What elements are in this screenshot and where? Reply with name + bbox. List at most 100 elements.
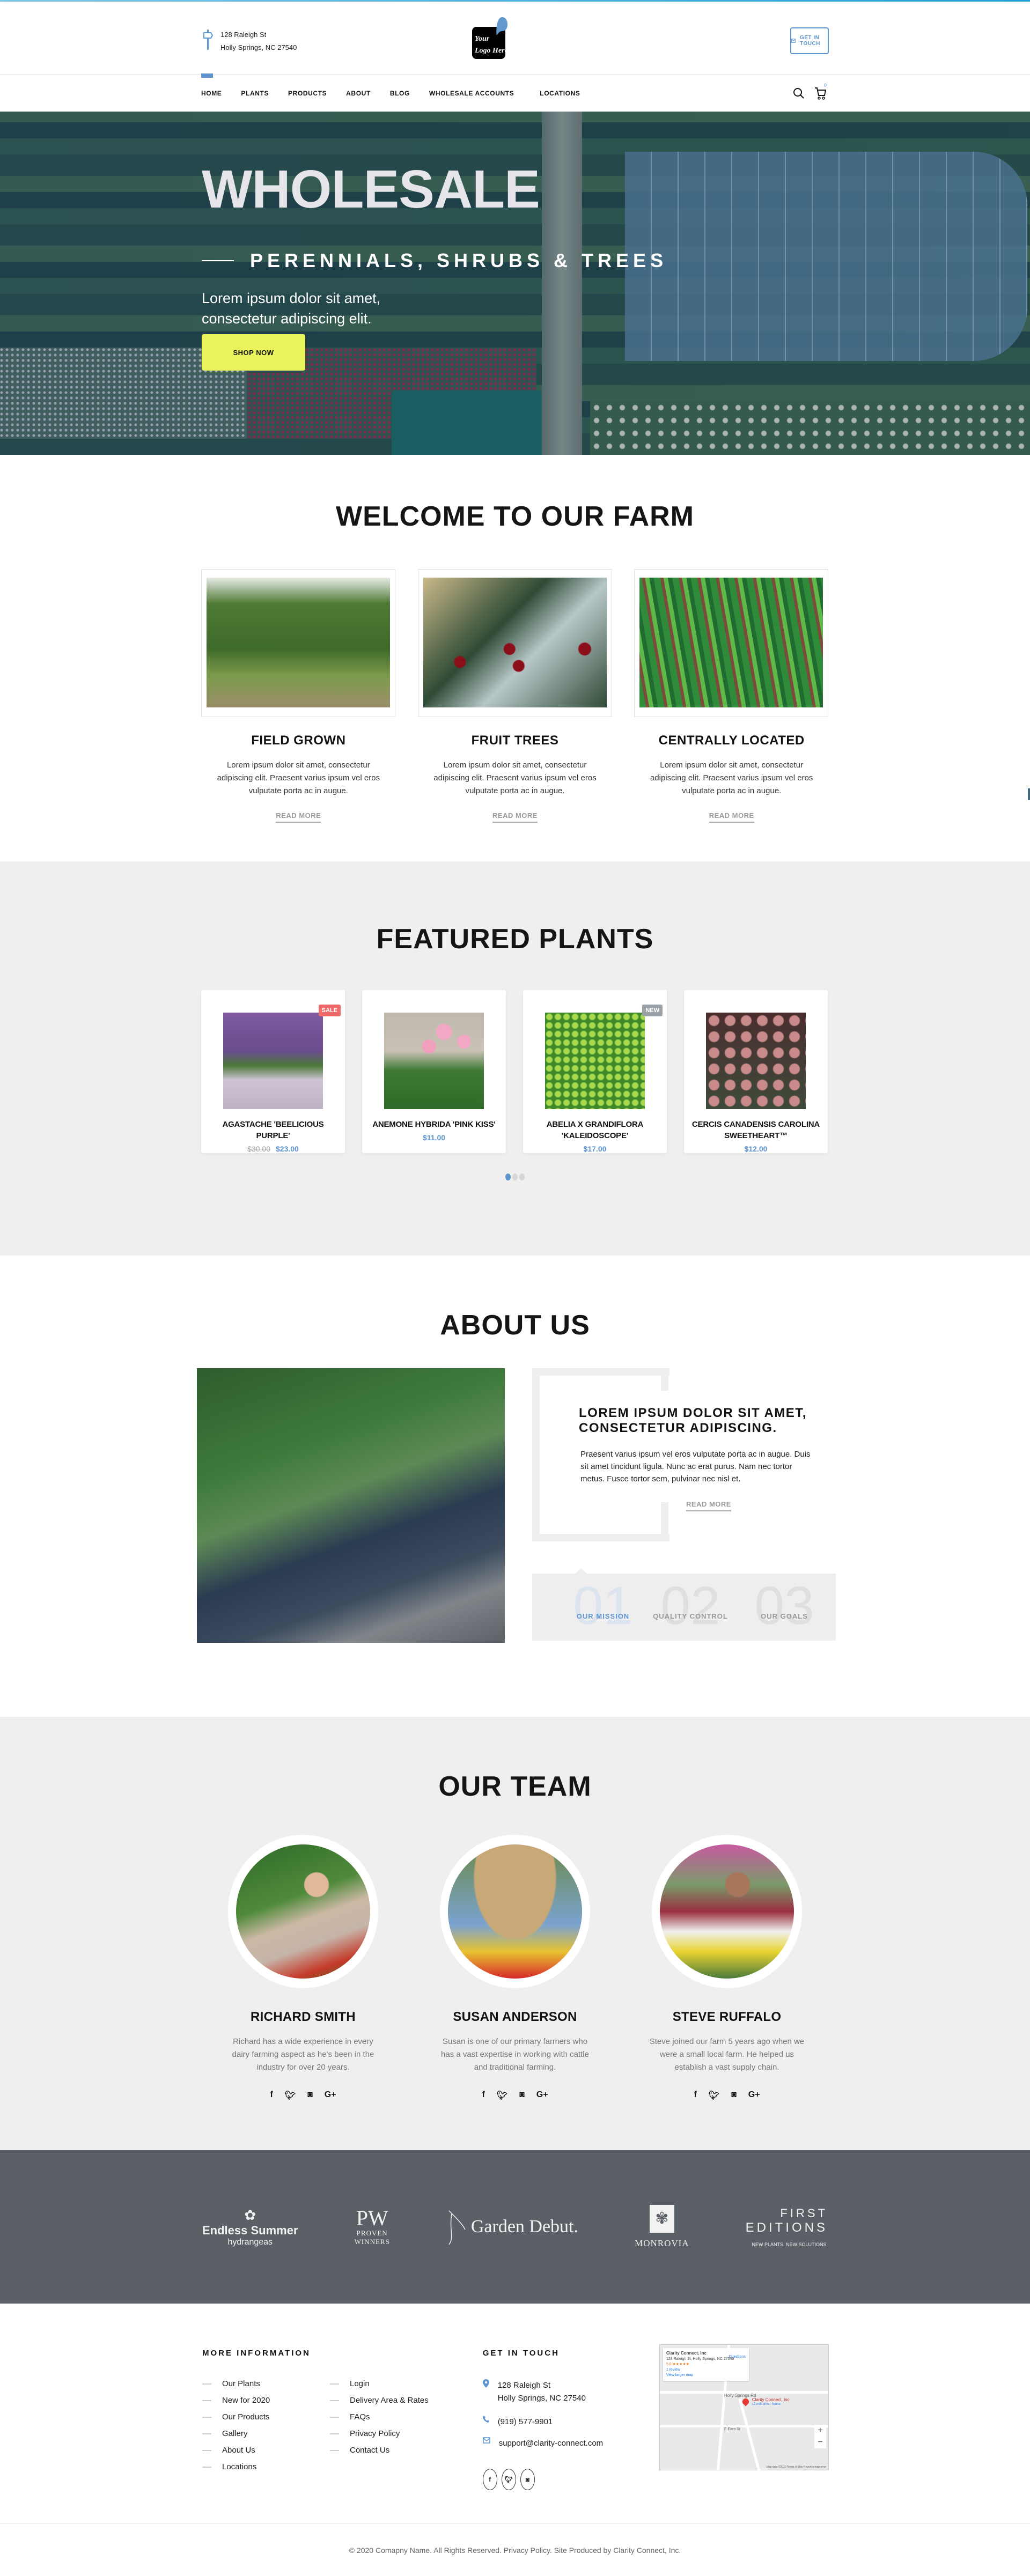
- read-more-link[interactable]: READ MORE: [492, 811, 538, 823]
- feature-image-field-grown: [207, 578, 390, 707]
- facebook-icon[interactable]: f: [694, 2090, 696, 2101]
- product-card[interactable]: SALE AGASTACHE 'BEELICIOUS PURPLE' $30.0…: [201, 990, 345, 1153]
- footer-link-locations[interactable]: Locations: [202, 2462, 330, 2471]
- product-card[interactable]: CERCIS CANADENSIS CAROLINA SWEETHEART™ $…: [684, 990, 828, 1153]
- team-member: RICHARD SMITH Richard has a wide experie…: [223, 1835, 384, 2101]
- scrollbar-thumb[interactable]: [1028, 788, 1030, 800]
- read-more-link[interactable]: READ MORE: [276, 811, 321, 823]
- footer-link-gallery[interactable]: Gallery: [202, 2429, 330, 2438]
- feature-image-frame: [417, 569, 612, 717]
- twitter-icon[interactable]: 🐦︎: [709, 2090, 719, 2101]
- about-frame-edge-top: [661, 1368, 668, 1391]
- nav-item-wholesale-accounts[interactable]: WHOLESALE ACCOUNTS: [429, 90, 514, 97]
- header-address-line2: Holly Springs, NC 27540: [220, 43, 297, 51]
- welcome-section: WELCOME TO OUR FARM FIELD GROWN Lorem ip…: [0, 455, 1030, 861]
- feature-card: CENTRALLY LOCATED Lorem ipsum dolor sit …: [634, 569, 829, 823]
- sale-badge: SALE: [318, 1005, 341, 1016]
- map-zoom-controls[interactable]: + −: [814, 2425, 826, 2448]
- brand-monrovia[interactable]: ✾ MONROVIA: [635, 2205, 689, 2249]
- footer-link-new-for-2020[interactable]: New for 2020: [202, 2396, 330, 2405]
- feature-text: Lorem ipsum dolor sit amet, consectetur …: [650, 761, 813, 795]
- brand-name: Endless Summer: [202, 2223, 298, 2237]
- instagram-icon[interactable]: ◙: [731, 2090, 737, 2101]
- nav-item-blog[interactable]: BLOG: [390, 90, 410, 97]
- footer-link-our-plants[interactable]: Our Plants: [202, 2379, 330, 2388]
- member-socials: f 🐦︎ ◙ G+: [646, 2090, 807, 2101]
- site-header: 128 Raleigh St Holly Springs, NC 27540 Y…: [0, 2, 1030, 75]
- facebook-icon[interactable]: f: [482, 2090, 484, 2101]
- map-road-label: E Earp St: [724, 2427, 740, 2431]
- nav-item-plants[interactable]: PLANTS: [241, 90, 269, 97]
- nav-item-home[interactable]: HOME: [201, 90, 222, 97]
- shop-now-button[interactable]: SHOP NOW: [202, 334, 305, 371]
- carousel-dot-3[interactable]: [519, 1173, 525, 1180]
- footer-link-delivery[interactable]: Delivery Area & Rates: [330, 2396, 458, 2405]
- google-plus-icon[interactable]: G+: [325, 2090, 336, 2101]
- brand-name: MONROVIA: [635, 2238, 689, 2248]
- brand-proven-winners[interactable]: PW PROVEN WINNERS: [355, 2208, 390, 2246]
- twitter-icon[interactable]: 🐦︎: [501, 2469, 516, 2490]
- map-road: [659, 2425, 828, 2427]
- facebook-icon[interactable]: f: [270, 2090, 273, 2101]
- twitter-icon[interactable]: 🐦︎: [285, 2090, 296, 2101]
- logo-line2: Logo Here: [475, 47, 508, 55]
- google-plus-icon[interactable]: G+: [536, 2090, 548, 2101]
- instagram-icon[interactable]: ◙: [519, 2090, 525, 2101]
- brand-garden-debut[interactable]: Garden Debut.: [446, 2208, 578, 2246]
- footer-socials: f 🐦︎ ◙: [482, 2469, 659, 2490]
- map-reviews-link[interactable]: 1 review: [666, 2368, 680, 2372]
- carousel-dot-2[interactable]: [512, 1173, 518, 1180]
- brand-first-editions[interactable]: FIRST EDITIONS NEW PLANTS. NEW SOLUTIONS…: [746, 2206, 828, 2247]
- footer-link-privacy-policy[interactable]: Privacy Policy: [330, 2429, 458, 2438]
- site-logo[interactable]: Your Logo Here: [472, 16, 561, 60]
- product-name: CERCIS CANADENSIS CAROLINA SWEETHEART™: [691, 1120, 820, 1140]
- member-photo-frame: [652, 1835, 802, 1988]
- tab-our-goals[interactable]: 03 OUR GOALS: [739, 1579, 830, 1633]
- brand-tagline: NEW PLANTS. NEW SOLUTIONS.: [752, 2242, 828, 2247]
- get-in-touch-button[interactable]: GET IN TOUCH: [790, 27, 829, 54]
- footer-more-info: MORE INFORMATION Our Plants Login New fo…: [201, 2349, 469, 2490]
- tab-quality-control[interactable]: 02 QUALITY CONTROL: [645, 1579, 736, 1633]
- footer-link-our-products[interactable]: Our Products: [202, 2412, 330, 2422]
- carousel-dot-1[interactable]: [505, 1173, 511, 1180]
- google-map[interactable]: Holly Springs Rd E Earp St Clarity Conne…: [659, 2344, 829, 2474]
- footer-more-info-title: MORE INFORMATION: [202, 2349, 311, 2358]
- footer-address: 128 Raleigh St Holly Springs, NC 27540: [482, 2379, 659, 2405]
- google-plus-icon[interactable]: G+: [748, 2090, 760, 2101]
- map-view-larger-link[interactable]: View larger map: [666, 2373, 693, 2377]
- product-image: [545, 1013, 645, 1109]
- footer-link-faqs[interactable]: FAQs: [330, 2412, 458, 2422]
- member-bio: Steve joined our farm 5 years ago when w…: [649, 2037, 805, 2072]
- about-read-more-link[interactable]: READ MORE: [686, 1500, 731, 1511]
- product-card[interactable]: ANEMONE HYBRIDA 'PINK KISS' $11.00: [362, 990, 506, 1153]
- member-name: STEVE RUFFALO: [672, 2010, 782, 2024]
- instagram-icon[interactable]: ◙: [307, 2090, 313, 2101]
- search-icon[interactable]: [793, 87, 805, 99]
- featured-plants-section: FEATURED PLANTS SALE AGASTACHE 'BEELICIO…: [0, 861, 1030, 1256]
- tab-our-mission[interactable]: 01 OUR MISSION: [560, 1579, 646, 1633]
- member-bio: Susan is one of our primary farmers who …: [441, 2037, 589, 2072]
- copyright: © 2020 Comapny Name. All Rights Reserved…: [349, 2546, 681, 2555]
- footer-link-contact-us[interactable]: Contact Us: [330, 2446, 458, 2455]
- phone-icon: [482, 2416, 489, 2423]
- nav-item-about[interactable]: ABOUT: [346, 90, 371, 97]
- instagram-icon[interactable]: ◙: [520, 2469, 535, 2490]
- footer-phone-link[interactable]: (919) 577-9901: [498, 2416, 553, 2429]
- map-directions-link[interactable]: Directions: [729, 2354, 746, 2360]
- footer-email-link[interactable]: support@clarity-connect.com: [499, 2437, 603, 2450]
- member-socials: f 🐦︎ ◙ G+: [435, 2090, 595, 2101]
- footer-address-line1: 128 Raleigh St: [497, 2381, 551, 2390]
- main-nav: HOME PLANTS PRODUCTS ABOUT BLOG WHOLESAL…: [0, 73, 1030, 112]
- twitter-icon[interactable]: 🐦︎: [497, 2090, 507, 2101]
- brand-subtitle: PROVEN: [356, 2229, 388, 2237]
- brand-endless-summer[interactable]: ✿ Endless Summer hydrangeas: [202, 2207, 298, 2247]
- nav-item-locations[interactable]: LOCATIONS: [540, 90, 580, 97]
- active-tab-arrow: [575, 1568, 587, 1574]
- facebook-icon[interactable]: f: [482, 2469, 497, 2490]
- footer-link-login[interactable]: Login: [330, 2379, 458, 2388]
- read-more-link[interactable]: READ MORE: [709, 811, 754, 823]
- nav-item-products[interactable]: PRODUCTS: [288, 90, 327, 97]
- product-card[interactable]: NEW ABELIA X GRANDIFLORA 'KALEIDOSCOPE' …: [523, 990, 667, 1153]
- footer-link-about-us[interactable]: About Us: [202, 2446, 330, 2455]
- hero-content: WHOLESALE PERENNIALS, SHRUBS & TREES Lor…: [202, 163, 667, 329]
